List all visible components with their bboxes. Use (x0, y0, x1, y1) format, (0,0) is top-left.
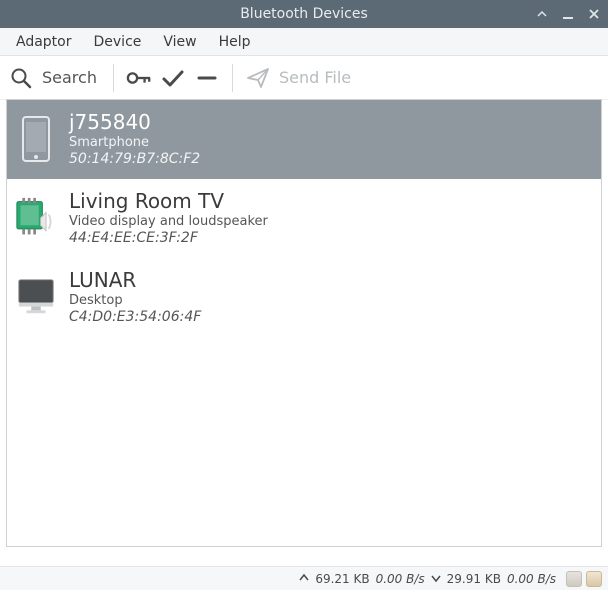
device-row[interactable]: LUNAR Desktop C4:D0:E3:54:06:4F (7, 258, 601, 337)
toolbar-separator (232, 64, 233, 92)
send-icon (245, 65, 271, 91)
search-button[interactable]: Search (8, 65, 101, 91)
send-file-label: Send File (279, 68, 351, 87)
device-text: j755840 Smartphone 50:14:79:B7:8C:F2 (69, 110, 200, 169)
menu-help[interactable]: Help (209, 31, 261, 53)
device-name: LUNAR (69, 268, 201, 293)
toolbar: Search Send File (0, 56, 608, 100)
titlebar: Bluetooth Devices (0, 0, 608, 28)
send-file-button[interactable]: Send File (245, 65, 355, 91)
upload-total: 69.21 KB (315, 572, 369, 586)
upload-icon (299, 572, 309, 586)
menu-adaptor[interactable]: Adaptor (6, 31, 82, 53)
device-text: Living Room TV Video display and loudspe… (69, 189, 268, 248)
window-controls (536, 8, 600, 20)
toolbar-separator (113, 64, 114, 92)
device-row[interactable]: Living Room TV Video display and loudspe… (7, 179, 601, 258)
device-name: j755840 (69, 110, 200, 135)
tv-speaker-icon (15, 194, 57, 242)
tray-icon[interactable] (566, 571, 582, 587)
desktop-icon (15, 273, 57, 321)
device-type: Desktop (69, 293, 201, 309)
device-name: Living Room TV (69, 189, 268, 214)
device-type: Video display and loudspeaker (69, 214, 268, 230)
menubar: Adaptor Device View Help (0, 28, 608, 56)
minimize-icon[interactable] (562, 8, 574, 20)
window-title: Bluetooth Devices (240, 6, 368, 22)
download-total: 29.91 KB (447, 572, 501, 586)
upload-rate: 0.00 B/s (376, 572, 425, 586)
search-icon (8, 65, 34, 91)
device-mac: C4:D0:E3:54:06:4F (69, 309, 201, 327)
trust-icon[interactable] (160, 65, 186, 91)
close-icon[interactable] (588, 8, 600, 20)
device-mac: 44:E4:EE:CE:3F:2F (69, 230, 268, 248)
remove-icon[interactable] (194, 65, 220, 91)
device-text: LUNAR Desktop C4:D0:E3:54:06:4F (69, 268, 201, 327)
tray-icon[interactable] (586, 571, 602, 587)
device-mac: 50:14:79:B7:8C:F2 (69, 151, 200, 169)
key-icon[interactable] (126, 65, 152, 91)
menu-device[interactable]: Device (84, 31, 152, 53)
device-row[interactable]: j755840 Smartphone 50:14:79:B7:8C:F2 (7, 100, 601, 179)
search-label: Search (42, 68, 97, 87)
download-rate: 0.00 B/s (507, 572, 556, 586)
device-list: j755840 Smartphone 50:14:79:B7:8C:F2 Liv… (6, 99, 602, 547)
download-icon (431, 572, 441, 586)
menu-view[interactable]: View (153, 31, 206, 53)
tray-icons (566, 571, 602, 587)
statusbar: 69.21 KB 0.00 B/s 29.91 KB 0.00 B/s (0, 566, 608, 590)
phone-icon (15, 115, 57, 163)
device-type: Smartphone (69, 135, 200, 151)
roll-up-icon[interactable] (536, 8, 548, 20)
